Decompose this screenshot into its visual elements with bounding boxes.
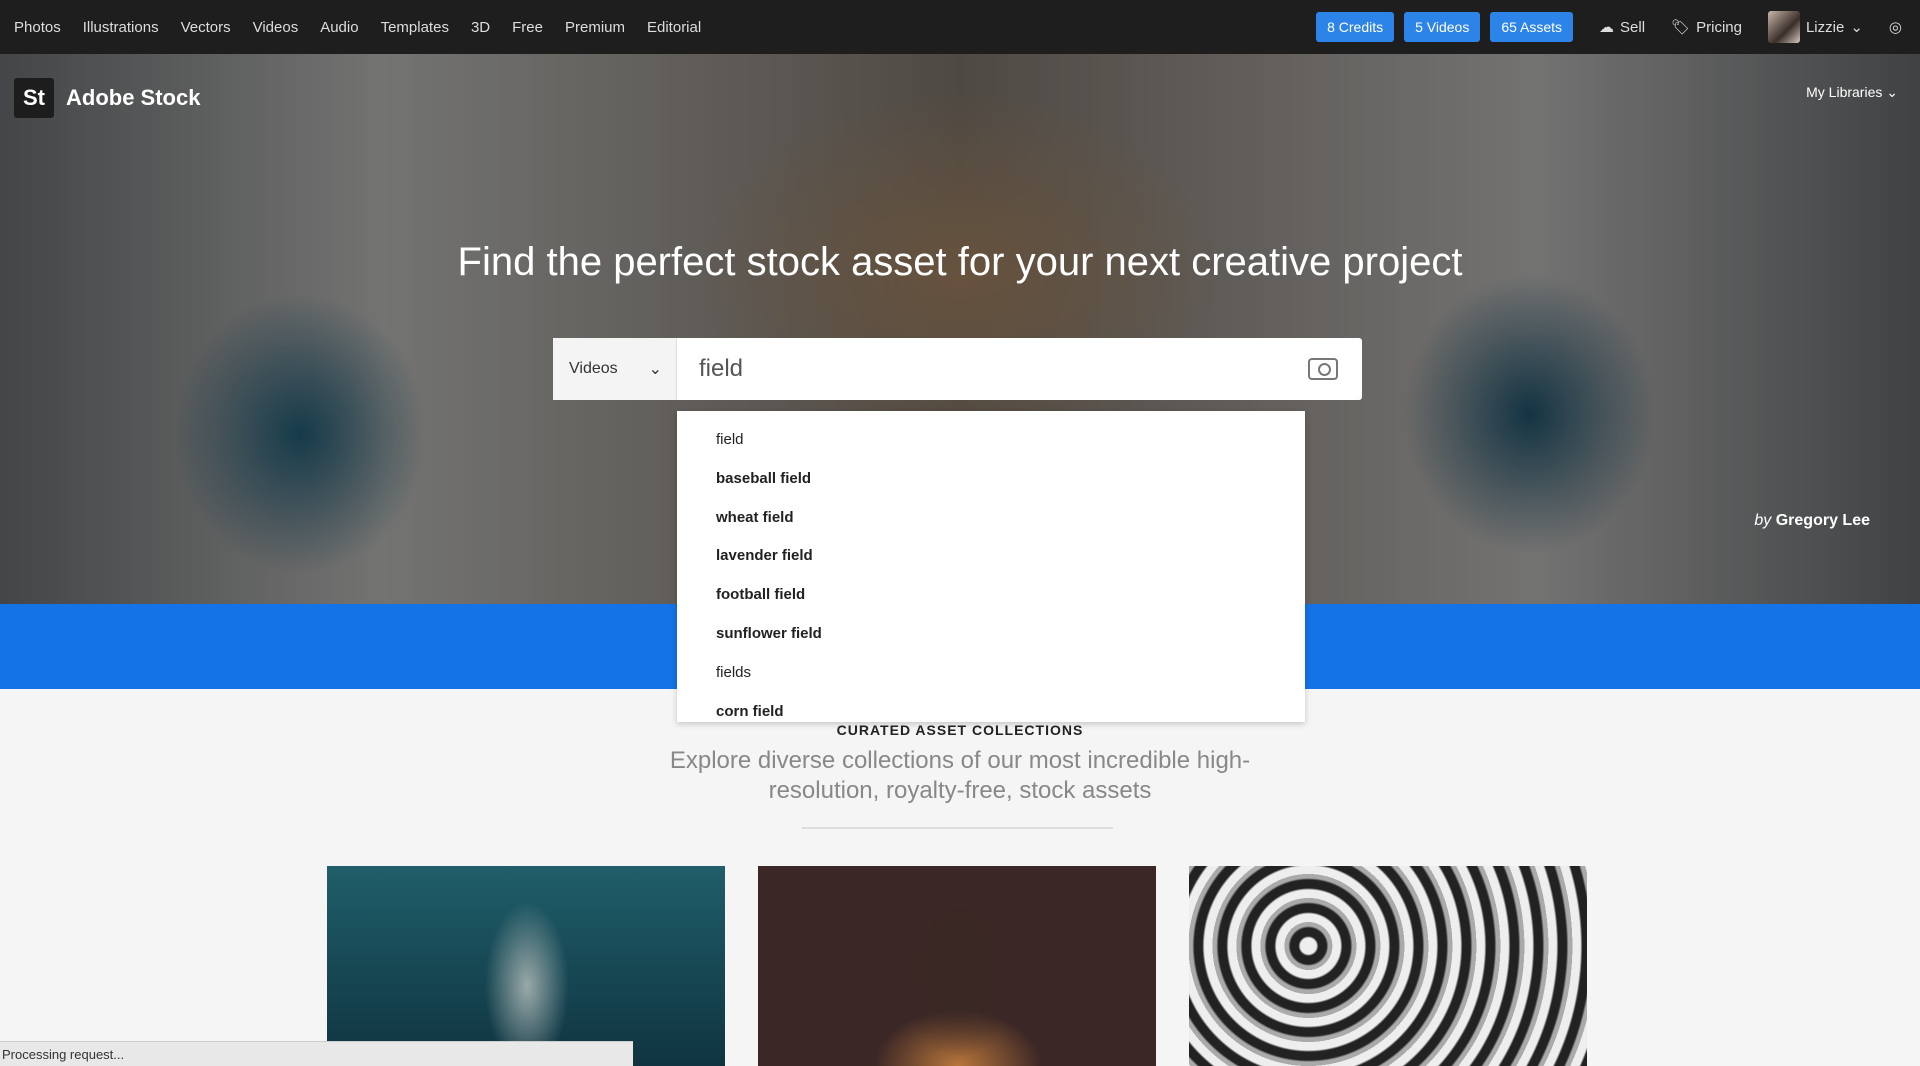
nav-link-free[interactable]: Free [512, 19, 543, 36]
suggestion-item[interactable]: corn field [677, 693, 1305, 732]
credit-name: Gregory Lee [1775, 512, 1870, 529]
collection-card[interactable] [758, 866, 1156, 1066]
suggestion-item[interactable]: lavender field [677, 537, 1305, 576]
avatar [1767, 11, 1800, 43]
credit-by: by [1754, 512, 1772, 529]
asset-type-select[interactable]: Videos ⌄ [553, 338, 677, 400]
my-libraries-button[interactable]: My Libraries ⌄ [1806, 84, 1898, 101]
sell-link[interactable]: ☁ Sell [1599, 18, 1646, 37]
photo-credit[interactable]: by Gregory Lee [1754, 512, 1870, 530]
chevron-down-icon: ⌄ [1850, 19, 1863, 36]
hero-headline: Find the perfect stock asset for your ne… [457, 240, 1463, 284]
chevron-down-icon: ⌄ [1886, 84, 1898, 100]
creative-cloud-icon[interactable]: ◎ [1889, 18, 1902, 36]
divider [802, 827, 1113, 829]
adobe-stock-logo[interactable]: St Adobe Stock [14, 78, 200, 118]
nav-link-editorial[interactable]: Editorial [647, 19, 701, 36]
nav-link-illustrations[interactable]: Illustrations [83, 19, 159, 36]
suggestion-item[interactable]: fields [677, 654, 1305, 693]
status-bar: Processing request... [0, 1041, 633, 1066]
tag-icon: 🏷 [1671, 19, 1691, 36]
cloud-upload-icon: ☁ [1599, 19, 1615, 36]
assets-button[interactable]: 65 Assets [1490, 12, 1574, 42]
user-menu[interactable]: Lizzie ⌄ [1767, 11, 1863, 43]
suggestion-item[interactable]: football field [677, 576, 1305, 615]
nav-link-templates[interactable]: Templates [381, 19, 449, 36]
suggestion-item[interactable]: baseball field [677, 460, 1305, 499]
search-input[interactable]: field [677, 355, 1308, 383]
sell-label: Sell [1620, 18, 1646, 36]
search-suggestions: field baseball field wheat field lavender f… [677, 411, 1305, 722]
nav-link-photos[interactable]: Photos [14, 19, 61, 36]
st-logo-icon: St [14, 78, 54, 118]
camera-icon[interactable] [1308, 358, 1338, 380]
nav-link-audio[interactable]: Audio [320, 19, 358, 36]
suggestion-item[interactable]: sunflower field [677, 615, 1305, 654]
asset-type-value: Videos [569, 360, 618, 377]
suggestion-item[interactable]: field [677, 421, 1305, 460]
user-name: Lizzie [1805, 18, 1845, 36]
nav-link-3d[interactable]: 3D [471, 19, 490, 36]
pricing-label: Pricing [1696, 18, 1742, 36]
collection-card[interactable] [327, 866, 725, 1066]
nav-link-premium[interactable]: Premium [565, 19, 625, 36]
brand-name: Adobe Stock [66, 85, 201, 110]
chevron-down-icon: ⌄ [648, 361, 662, 378]
videos-button[interactable]: 5 Videos [1404, 12, 1481, 42]
nav-link-videos[interactable]: Videos [253, 19, 299, 36]
pricing-link[interactable]: 🏷 Pricing [1671, 18, 1742, 37]
category-links: Photos Illustrations Vectors Videos Audio Tem… [14, 19, 701, 36]
nav-link-vectors[interactable]: Vectors [181, 19, 231, 36]
suggestion-item[interactable]: wheat field [677, 499, 1305, 538]
credits-button[interactable]: 8 Credits [1316, 12, 1395, 42]
search-bar: Videos ⌄ field [553, 338, 1362, 400]
collection-card[interactable] [1189, 866, 1587, 1066]
top-nav: Photos Illustrations Vectors Videos Audio Tem… [0, 0, 1920, 54]
collections-description: Explore diverse collections of our most … [669, 747, 1251, 804]
my-libraries-label: My Libraries [1806, 84, 1883, 100]
